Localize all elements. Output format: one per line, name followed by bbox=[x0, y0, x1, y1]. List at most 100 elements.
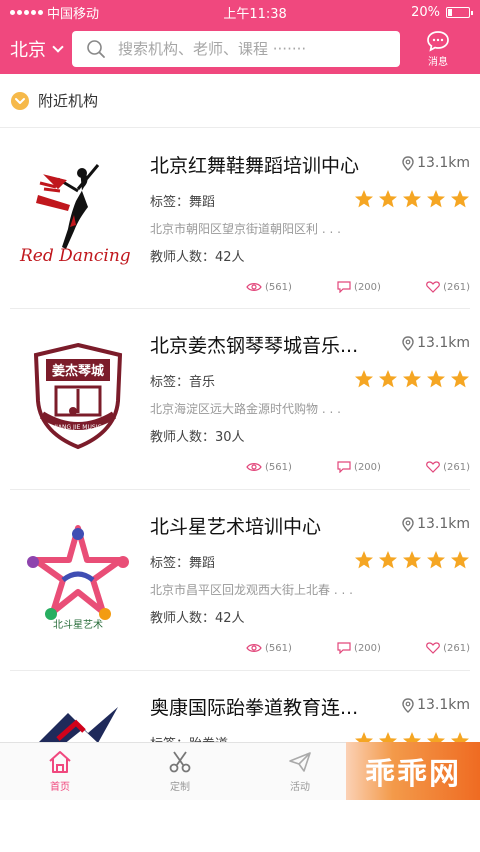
star-icon bbox=[355, 190, 373, 208]
section-title: 附近机构 bbox=[38, 92, 99, 110]
status-left: 中国移动 bbox=[10, 3, 99, 22]
views-stat[interactable]: (561) bbox=[246, 642, 292, 654]
star-icon bbox=[379, 190, 397, 208]
search-icon bbox=[87, 40, 105, 58]
comments-stat[interactable]: (200) bbox=[337, 642, 381, 654]
star-icon bbox=[427, 551, 445, 569]
institution-logo: 姜杰琴城 JIANG JIE MUSIC bbox=[14, 331, 142, 461]
clock: 上午11:38 bbox=[223, 6, 287, 22]
rating-stars bbox=[354, 189, 470, 209]
nav-home-label: 首页 bbox=[50, 782, 70, 793]
comments-count: (200) bbox=[354, 642, 381, 654]
comments-stat[interactable]: (200) bbox=[337, 461, 381, 473]
institution-logo: Red Dancing bbox=[14, 151, 142, 281]
heart-icon bbox=[426, 642, 440, 654]
distance: 13.1km bbox=[402, 335, 470, 351]
nearby-section-header: 附近机构 bbox=[0, 74, 480, 128]
star-icon bbox=[355, 370, 373, 388]
teacher-count: 教师人数：42人 bbox=[150, 250, 245, 265]
eye-icon bbox=[246, 644, 262, 652]
views-stat[interactable]: (561) bbox=[246, 281, 292, 293]
teacher-count: 教师人数：42人 bbox=[150, 611, 245, 626]
distance-value: 13.1km bbox=[417, 335, 470, 351]
category-tag: 标签：舞蹈 bbox=[150, 556, 216, 571]
comments-stat[interactable]: (200) bbox=[337, 281, 381, 293]
logo-text: 姜杰琴城 bbox=[52, 363, 104, 379]
star-icon bbox=[379, 370, 397, 388]
heart-icon bbox=[426, 281, 440, 293]
institution-name: 北斗星艺术培训中心 bbox=[150, 516, 322, 538]
distance-value: 13.1km bbox=[417, 155, 470, 171]
star-icon bbox=[379, 551, 397, 569]
eye-icon bbox=[246, 463, 262, 471]
chevron-down-icon bbox=[52, 40, 64, 53]
logo-text: Red Dancing bbox=[19, 246, 131, 266]
stats-row: (561) (200) (261) bbox=[246, 461, 470, 473]
battery-icon bbox=[445, 6, 473, 18]
distance: 13.1km bbox=[402, 516, 470, 532]
home-icon bbox=[49, 751, 71, 773]
views-count: (561) bbox=[265, 461, 292, 473]
nav-activity[interactable]: 活动 bbox=[240, 743, 360, 800]
distance-value: 13.1km bbox=[417, 516, 470, 532]
star-icon bbox=[451, 551, 469, 569]
nav-home[interactable]: 首页 bbox=[0, 743, 120, 800]
institution-card[interactable]: Red Dancing 北京红舞鞋舞蹈培训中心 13.1km 标签：舞蹈 北京市… bbox=[10, 129, 470, 309]
address: 北京市昌平区回龙观西大街上北春 . . . bbox=[150, 583, 353, 597]
location-pin-icon bbox=[402, 516, 414, 532]
comment-icon bbox=[337, 281, 351, 293]
header-bar: 北京 消息 bbox=[0, 24, 480, 74]
star-icon bbox=[403, 551, 421, 569]
likes-count: (261) bbox=[443, 281, 470, 293]
message-button[interactable]: 消息 bbox=[420, 30, 456, 68]
distance: 13.1km bbox=[402, 155, 470, 171]
comment-icon bbox=[337, 642, 351, 654]
search-box[interactable] bbox=[72, 31, 400, 67]
likes-stat[interactable]: (261) bbox=[426, 642, 470, 654]
category-tag: 标签：舞蹈 bbox=[150, 195, 216, 210]
chevron-badge-icon bbox=[11, 91, 29, 110]
views-stat[interactable]: (561) bbox=[246, 461, 292, 473]
paper-plane-icon bbox=[289, 752, 311, 772]
institution-card[interactable]: 姜杰琴城 JIANG JIE MUSIC 北京姜杰钢琴琴城音乐... 13.1k… bbox=[10, 309, 470, 490]
star-icon bbox=[403, 190, 421, 208]
scissors-icon bbox=[169, 751, 191, 773]
likes-count: (261) bbox=[443, 461, 470, 473]
institution-card[interactable]: 北斗星艺术 北斗星艺术培训中心 13.1km 标签：舞蹈 北京市昌平区回龙观西大… bbox=[10, 490, 470, 671]
status-bar: 中国移动 上午11:38 20% bbox=[0, 0, 480, 24]
chat-bubble-icon bbox=[427, 31, 449, 52]
city-selector[interactable]: 北京 bbox=[10, 36, 72, 62]
nav-custom[interactable]: 定制 bbox=[120, 743, 240, 800]
location-pin-icon bbox=[402, 155, 414, 171]
signal-icon bbox=[10, 9, 43, 15]
address: 北京市朝阳区望京街道朝阳区利 . . . bbox=[150, 222, 341, 236]
logo-text: 北斗星艺术 bbox=[53, 619, 103, 631]
watermark-text: 乖乖网 bbox=[365, 757, 461, 792]
star-icon bbox=[355, 551, 373, 569]
watermark-logo: 乖乖网 bbox=[346, 742, 480, 800]
stats-row: (561) (200) (261) bbox=[246, 281, 470, 293]
likes-stat[interactable]: (261) bbox=[426, 281, 470, 293]
views-count: (561) bbox=[265, 642, 292, 654]
comments-count: (200) bbox=[354, 281, 381, 293]
status-right: 20% bbox=[411, 5, 473, 20]
city-label: 北京 bbox=[10, 40, 46, 61]
distance: 13.1km bbox=[402, 697, 470, 713]
search-input[interactable] bbox=[118, 40, 388, 58]
rating-stars bbox=[354, 550, 470, 570]
heart-icon bbox=[426, 461, 440, 473]
eye-icon bbox=[246, 283, 262, 291]
star-icon bbox=[451, 190, 469, 208]
star-icon bbox=[403, 370, 421, 388]
location-pin-icon bbox=[402, 697, 414, 713]
location-pin-icon bbox=[402, 335, 414, 351]
institution-name: 北京姜杰钢琴琴城音乐... bbox=[150, 335, 359, 357]
likes-count: (261) bbox=[443, 642, 470, 654]
rating-stars bbox=[354, 369, 470, 389]
views-count: (561) bbox=[265, 281, 292, 293]
comments-count: (200) bbox=[354, 461, 381, 473]
institution-logo: 北斗星艺术 bbox=[14, 512, 142, 642]
likes-stat[interactable]: (261) bbox=[426, 461, 470, 473]
institution-name: 北京红舞鞋舞蹈培训中心 bbox=[150, 155, 360, 177]
category-tag: 标签：音乐 bbox=[150, 375, 216, 390]
